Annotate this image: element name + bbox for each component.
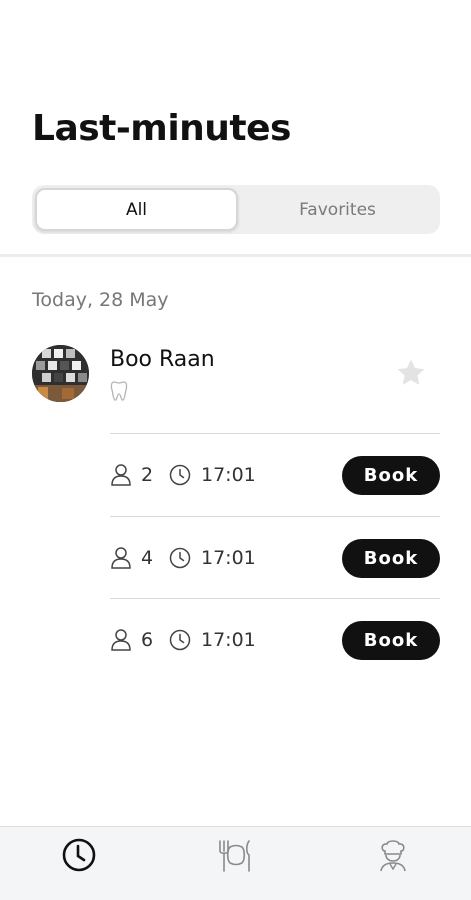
nav-last-minutes-clock-icon[interactable] [59,837,99,877]
party-size: 6 [141,629,154,651]
date-heading: Today, 28 May [32,289,169,311]
restaurant-name[interactable]: Boo Raan [110,347,215,372]
favorite-star-icon[interactable] [394,356,428,390]
tab-favorites[interactable]: Favorites [238,188,437,231]
slot-time: 17:01 [201,629,256,651]
clock-icon [169,629,191,651]
person-icon [110,546,132,570]
book-button[interactable]: Book [342,456,440,495]
person-icon [110,463,132,487]
clock-icon [169,464,191,486]
tooth-icon [110,380,128,402]
booking-slot: 6 17:01 Book [110,598,440,680]
nav-profile-chef-icon[interactable] [373,837,413,877]
tab-all[interactable]: All [35,188,238,231]
bottom-nav [0,826,471,900]
filter-tabs: All Favorites [32,185,440,234]
booking-slot: 4 17:01 Book [110,516,440,598]
header-divider [0,254,471,257]
restaurant-avatar[interactable] [32,345,89,402]
nav-restaurants-plate-cutlery-icon[interactable] [216,837,256,877]
party-size: 2 [141,464,154,486]
clock-icon [169,547,191,569]
book-button[interactable]: Book [342,621,440,660]
person-icon [110,628,132,652]
page-title: Last-minutes [32,108,291,149]
party-size: 4 [141,547,154,569]
slot-time: 17:01 [201,464,256,486]
booking-slot: 2 17:01 Book [110,433,440,515]
book-button[interactable]: Book [342,539,440,578]
slot-time: 17:01 [201,547,256,569]
